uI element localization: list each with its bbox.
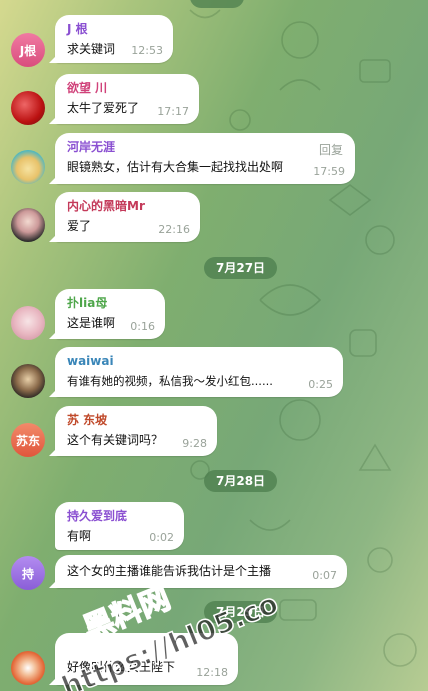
sender-name[interactable]: 河岸无涯 (67, 139, 345, 155)
message-time: 0:07 (312, 569, 337, 582)
date-separator: 7月29日 (204, 601, 278, 623)
message-time: 0:02 (149, 531, 174, 544)
bubble-tail (49, 387, 59, 397)
message-time: 9:28 (182, 437, 207, 450)
message-bubble[interactable]: 持久爱到底 有啊 0:02 (55, 502, 184, 550)
sender-name[interactable]: 扑lia母 (67, 295, 155, 311)
message-time: 0:25 (308, 378, 333, 391)
message-bubble[interactable]: J 根 求关键词 12:53 (49, 15, 173, 63)
sender-name[interactable]: J 根 (67, 21, 163, 37)
message-text: 这个女的主播谁能告诉我估计是个主播 (67, 564, 272, 578)
message-bubble[interactable]: waiwai 有谁有她的视频，私信我～发小红包...... 0:25 (49, 347, 343, 397)
bubble-tail (49, 232, 59, 242)
reply-label[interactable]: 回复 (319, 141, 343, 158)
avatar[interactable] (11, 651, 45, 685)
avatar[interactable]: J根 (11, 33, 45, 67)
avatar[interactable]: 持 (11, 556, 45, 590)
message-bubble[interactable]: 内心的黑暗Mr 爱了 22:16 (49, 192, 200, 242)
bubble-tail (49, 446, 59, 456)
sender-name[interactable]: 持久爱到底 (67, 508, 174, 524)
bubble-tail (49, 174, 59, 184)
message-text: 眼镜熟女，估计有大合集一起找找出处啊 (67, 160, 284, 174)
message-time: 0:16 (130, 320, 155, 333)
message-text: 有谁有她的视频，私信我～发小红包...... (67, 374, 273, 388)
sender-name[interactable]: 欲望 川 (67, 80, 189, 96)
sender-name[interactable] (67, 639, 228, 655)
message-bubble[interactable]: 苏 东坡 这个有关键词吗？ 9:28 (49, 406, 217, 456)
message-bubble[interactable]: 欲望 川 太牛了爱死了 17:17 (49, 74, 199, 124)
message-time: 22:16 (158, 223, 190, 236)
bubble-tail (49, 114, 59, 124)
message-bubble[interactable]: 河岸无涯 回复 眼镜熟女，估计有大合集一起找找出处啊 17:59 (49, 133, 355, 184)
bubble-tail (49, 53, 59, 63)
avatar[interactable] (11, 150, 45, 184)
bubble-tail (49, 675, 59, 685)
message-time: 12:53 (131, 44, 163, 57)
message-bubble[interactable]: 好像叫什么女王陛下 12:18 (49, 633, 238, 685)
message-time: 17:17 (157, 105, 189, 118)
avatar[interactable] (11, 91, 45, 125)
avatar[interactable]: 苏东 (11, 423, 45, 457)
date-separator: 7月28日 (204, 470, 278, 492)
message-time: 17:59 (313, 165, 345, 178)
avatar[interactable] (11, 208, 45, 242)
date-separator: 7月27日 (204, 257, 278, 279)
avatar[interactable] (11, 364, 45, 398)
date-separator-top-clipped (190, 0, 244, 8)
bubble-tail (49, 578, 59, 588)
avatar[interactable] (11, 306, 45, 340)
sender-name[interactable]: 苏 东坡 (67, 412, 207, 428)
message-bubble[interactable]: 扑lia母 这是谁啊 0:16 (49, 289, 165, 339)
sender-name[interactable]: waiwai (67, 353, 333, 369)
bubble-tail (49, 329, 59, 339)
sender-name[interactable]: 内心的黑暗Mr (67, 198, 190, 214)
message-bubble[interactable]: 这个女的主播谁能告诉我估计是个主播 0:07 (49, 555, 347, 588)
message-time: 12:18 (196, 666, 228, 679)
